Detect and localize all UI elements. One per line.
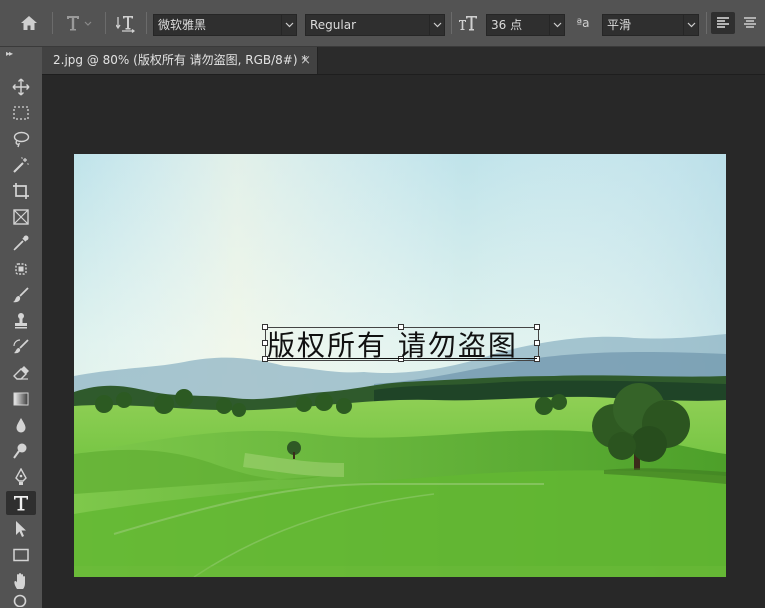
eyedropper-tool[interactable] xyxy=(6,231,36,255)
type-tool[interactable] xyxy=(6,491,36,515)
align-left-button[interactable] xyxy=(711,12,735,34)
document-tab-title: 2.jpg @ 80% (版权所有 请勿盗图, RGB/8#) * xyxy=(53,53,308,67)
canvas-area[interactable]: 版权所有 请勿盗图 xyxy=(42,75,765,608)
path-selection-tool[interactable] xyxy=(6,517,36,541)
font-style-value: Regular xyxy=(310,18,357,32)
eraser-icon xyxy=(13,366,29,380)
text-baseline xyxy=(267,358,537,359)
transform-handle[interactable] xyxy=(534,340,540,346)
stamp-icon xyxy=(15,313,27,329)
gradient-tool[interactable] xyxy=(6,387,36,411)
font-family-select[interactable]: 微软雅黑 xyxy=(153,14,297,36)
landscape-scene xyxy=(74,154,726,577)
history-brush-icon xyxy=(13,339,29,354)
zoom-tool[interactable] xyxy=(6,593,36,607)
separator xyxy=(105,12,106,34)
rectangle-icon xyxy=(13,548,29,562)
gradient-icon xyxy=(13,392,29,406)
brush-tool[interactable] xyxy=(6,283,36,307)
brush-icon xyxy=(13,287,29,303)
antialias-select[interactable]: 平滑 xyxy=(602,14,699,36)
magic-wand-tool[interactable] xyxy=(6,153,36,177)
rectangle-tool[interactable] xyxy=(6,543,36,567)
align-left-icon xyxy=(717,17,729,28)
text-orientation-icon xyxy=(116,16,135,33)
type-icon xyxy=(14,496,28,511)
font-size-value: 36 点 xyxy=(491,18,523,32)
pen-tool[interactable] xyxy=(6,465,36,489)
chevron-down-icon xyxy=(429,15,444,35)
crop-tool[interactable] xyxy=(6,179,36,203)
rectangular-marquee-tool[interactable] xyxy=(6,101,36,125)
close-icon[interactable]: × xyxy=(300,47,311,74)
align-center-button[interactable] xyxy=(738,12,762,34)
landscape-image: 版权所有 请勿盗图 xyxy=(74,154,726,577)
panel-grip[interactable]: ▸▸ xyxy=(6,49,13,58)
marquee-icon xyxy=(13,106,29,120)
align-center-icon xyxy=(744,17,756,28)
eyedropper-icon xyxy=(13,235,29,251)
eraser-tool[interactable] xyxy=(6,361,36,385)
tools-panel: ▸▸ xyxy=(0,47,43,608)
arrow-cursor-icon xyxy=(16,521,26,537)
crop-icon xyxy=(13,183,29,199)
font-size-icon xyxy=(459,16,477,31)
separator xyxy=(451,12,452,34)
dodge-tool[interactable] xyxy=(6,439,36,463)
frame-tool[interactable] xyxy=(6,205,36,229)
font-size-select[interactable]: 36 点 xyxy=(486,14,565,36)
document-tab-strip: 2.jpg @ 80% (版权所有 请勿盗图, RGB/8#) * × xyxy=(42,47,765,75)
zoom-icon xyxy=(13,594,27,607)
toggle-text-orientation-button[interactable] xyxy=(114,12,138,34)
hand-icon xyxy=(14,573,25,589)
frame-icon xyxy=(13,209,29,225)
type-icon xyxy=(67,16,92,31)
home-icon xyxy=(21,16,37,30)
transform-handle[interactable] xyxy=(534,356,540,362)
move-icon xyxy=(12,78,30,96)
magic-wand-icon xyxy=(13,157,29,173)
move-tool[interactable] xyxy=(6,75,36,99)
chevron-down-icon xyxy=(281,15,296,35)
hand-tool[interactable] xyxy=(6,569,36,593)
blur-drop-icon xyxy=(16,418,26,433)
font-style-select[interactable]: Regular xyxy=(305,14,445,36)
separator xyxy=(706,12,707,34)
clone-stamp-tool[interactable] xyxy=(6,309,36,333)
home-button[interactable] xyxy=(16,12,42,34)
chevron-down-icon xyxy=(683,15,698,35)
separator xyxy=(146,12,147,34)
pen-icon xyxy=(15,468,27,485)
font-family-value: 微软雅黑 xyxy=(158,18,207,32)
healing-brush-icon xyxy=(15,263,27,275)
lasso-icon xyxy=(13,131,30,148)
document-tab[interactable]: 2.jpg @ 80% (版权所有 请勿盗图, RGB/8#) * × xyxy=(42,47,318,74)
antialias-icon: ªa xyxy=(576,16,590,30)
spot-healing-brush-tool[interactable] xyxy=(6,257,36,281)
type-tool-preset-button[interactable] xyxy=(60,12,98,34)
options-bar: 微软雅黑 Regular 36 点 ªa 平滑 xyxy=(0,0,765,47)
font-size-icon-wrap xyxy=(456,12,480,34)
antialias-value: 平滑 xyxy=(607,18,632,32)
dodge-icon xyxy=(13,443,27,459)
transform-handle[interactable] xyxy=(534,324,540,330)
lasso-tool[interactable] xyxy=(6,127,36,151)
separator xyxy=(52,12,53,34)
chevron-down-icon xyxy=(549,15,564,35)
history-brush-tool[interactable] xyxy=(6,335,36,359)
blur-tool[interactable] xyxy=(6,413,36,437)
